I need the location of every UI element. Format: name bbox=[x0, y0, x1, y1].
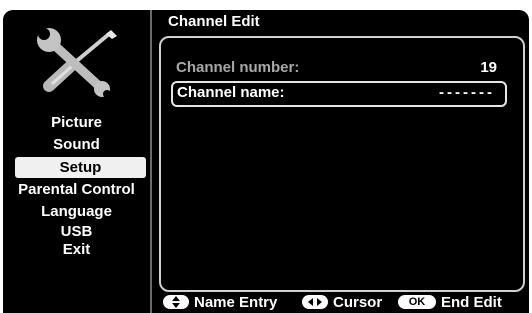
channel-number-label: Channel number: bbox=[176, 59, 300, 76]
channel-name-field[interactable]: ------- bbox=[439, 84, 495, 101]
ok-key-icon: OK bbox=[398, 295, 436, 310]
menu-item-setup[interactable]: Setup bbox=[15, 157, 146, 178]
up-down-arrows-icon bbox=[163, 295, 189, 310]
channel-number-value: 19 bbox=[480, 59, 497, 76]
channel-number-row[interactable]: Channel number: 19 bbox=[171, 56, 503, 78]
hint-end-edit: OK End Edit bbox=[398, 293, 502, 313]
page-title: Channel Edit bbox=[168, 13, 260, 30]
hint-cursor: Cursor bbox=[302, 293, 382, 313]
tools-icon bbox=[36, 26, 117, 98]
menu-item-picture[interactable]: Picture bbox=[3, 112, 150, 134]
menu-item-language[interactable]: Language bbox=[3, 201, 150, 223]
menu-divider bbox=[150, 10, 152, 313]
menu-item-parental-control[interactable]: Parental Control bbox=[3, 179, 150, 201]
tv-menu-screen: Picture Sound Setup Parental Control Lan… bbox=[3, 10, 529, 313]
menu-item-sound[interactable]: Sound bbox=[3, 134, 150, 156]
channel-name-label: Channel name: bbox=[177, 84, 285, 101]
left-right-arrows-icon bbox=[302, 295, 328, 310]
hint-name-entry: Name Entry bbox=[163, 293, 277, 313]
hint-end-edit-label: End Edit bbox=[441, 294, 502, 311]
main-menu: Picture Sound Setup Parental Control Lan… bbox=[3, 112, 150, 259]
menu-item-exit[interactable]: Exit bbox=[3, 241, 150, 259]
menu-item-usb[interactable]: USB bbox=[3, 223, 150, 241]
hint-name-entry-label: Name Entry bbox=[194, 294, 278, 311]
hint-cursor-label: Cursor bbox=[333, 294, 383, 311]
channel-name-row[interactable]: Channel name: ------- bbox=[171, 81, 507, 107]
main-menu-sidebar: Picture Sound Setup Parental Control Lan… bbox=[3, 10, 150, 313]
channel-edit-panel: Channel number: 19 Channel name: ------- bbox=[159, 36, 525, 292]
